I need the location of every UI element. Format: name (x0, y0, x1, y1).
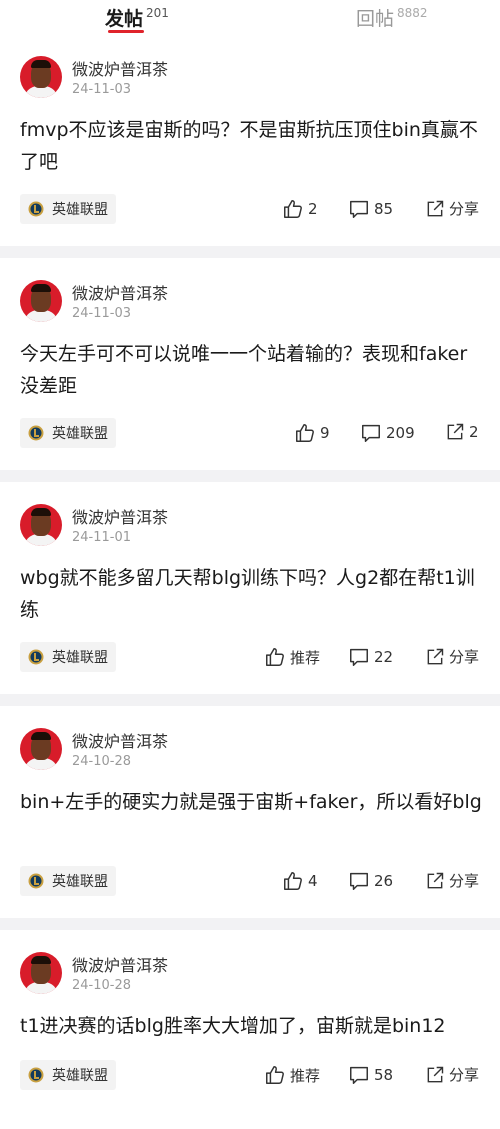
post-card[interactable]: 微波炉普洱茶 24-10-28 t1进决赛的话blg胜率大大增加了，宙斯就是bi… (0, 930, 500, 1129)
thumbs-up-icon (266, 648, 284, 666)
share-label: 分享 (449, 872, 480, 890)
share-button[interactable]: 分享 (425, 1064, 479, 1085)
like-count: 2 (308, 200, 318, 218)
avatar[interactable] (20, 952, 62, 994)
share-button[interactable]: 分享 (425, 870, 479, 891)
tab-replies-label: 回帖 (356, 8, 395, 30)
recommend-label: 推荐 (290, 1066, 321, 1085)
post-text[interactable]: fmvp不应该是宙斯的吗？不是宙斯抗压顶住bin真赢不了吧 (20, 114, 482, 178)
comment-button[interactable]: 22 (348, 646, 393, 668)
topic-tag-label: 英雄联盟 (52, 202, 108, 218)
post-card[interactable]: 微波炉普洱茶 24-10-28 bin+左手的硬实力就是强于宙斯+faker，所… (0, 706, 500, 918)
post-card[interactable]: 微波炉普洱茶 24-11-03 今天左手可不可以说唯一一个站着输的？表现和fak… (0, 258, 500, 470)
like-button[interactable]: 2 (282, 198, 318, 220)
comment-bubble-icon (350, 872, 368, 890)
thumbs-up-icon (266, 1066, 284, 1084)
like-button[interactable]: 9 (294, 422, 330, 444)
author-name[interactable]: 微波炉普洱茶 (72, 56, 168, 80)
thumbs-up-icon (284, 200, 302, 218)
topic-tag[interactable]: 英雄联盟 (20, 642, 116, 672)
active-tab-indicator (108, 30, 144, 33)
comment-count: 209 (386, 424, 415, 442)
topic-tag-label: 英雄联盟 (52, 874, 108, 890)
like-count: 4 (308, 872, 318, 890)
share-arrow-icon (447, 423, 464, 440)
like-button[interactable]: 4 (282, 870, 318, 892)
comment-button[interactable]: 209 (360, 422, 415, 444)
recommend-label: 推荐 (290, 648, 321, 667)
comment-count: 26 (374, 872, 394, 890)
comment-count: 85 (374, 200, 394, 218)
topic-tag-label: 英雄联盟 (52, 1068, 108, 1084)
profile-tabs: 发帖 201 回帖 8882 (0, 0, 500, 34)
share-label: 分享 (449, 1066, 480, 1084)
share-button[interactable]: 2 (445, 422, 479, 442)
avatar[interactable] (20, 280, 62, 322)
avatar[interactable] (20, 56, 62, 98)
like-button[interactable]: 推荐 (264, 1064, 320, 1086)
post-card[interactable]: 微波炉普洱茶 24-11-03 fmvp不应该是宙斯的吗？不是宙斯抗压顶住bin… (0, 34, 500, 246)
comment-count: 22 (374, 648, 394, 666)
tab-posts-label: 发帖 (105, 8, 144, 30)
share-arrow-icon (427, 872, 444, 888)
topic-tag[interactable]: 英雄联盟 (20, 866, 116, 896)
comment-button[interactable]: 85 (348, 198, 393, 220)
comment-bubble-icon (350, 1066, 368, 1084)
comment-bubble-icon (350, 648, 368, 666)
post-text[interactable]: 今天左手可不可以说唯一一个站着输的？表现和faker没差距 (20, 338, 482, 402)
thumbs-up-icon (284, 872, 302, 890)
league-of-legends-icon (28, 425, 44, 441)
author-name[interactable]: 微波炉普洱茶 (72, 504, 168, 528)
topic-tag[interactable]: 英雄联盟 (20, 1060, 116, 1090)
tab-replies[interactable]: 回帖 8882 (356, 4, 428, 31)
post-date: 24-11-03 (72, 82, 132, 97)
league-of-legends-icon (28, 649, 44, 665)
post-text[interactable]: t1进决赛的话blg胜率大大增加了，宙斯就是bin12 (20, 1010, 482, 1042)
comment-bubble-icon (350, 200, 368, 218)
league-of-legends-icon (28, 1067, 44, 1083)
tab-replies-count: 8882 (397, 6, 428, 20)
share-count: 2 (469, 423, 479, 441)
share-button[interactable]: 分享 (425, 198, 479, 219)
topic-tag[interactable]: 英雄联盟 (20, 194, 116, 224)
post-date: 24-11-03 (72, 306, 132, 321)
league-of-legends-icon (28, 873, 44, 889)
author-name[interactable]: 微波炉普洱茶 (72, 952, 168, 976)
topic-tag-label: 英雄联盟 (52, 426, 108, 442)
share-arrow-icon (427, 648, 444, 664)
topic-tag-label: 英雄联盟 (52, 650, 108, 666)
author-name[interactable]: 微波炉普洱茶 (72, 728, 168, 752)
tab-posts-count: 201 (146, 6, 169, 20)
comment-count: 58 (374, 1066, 394, 1084)
share-arrow-icon (427, 1066, 444, 1082)
share-label: 分享 (449, 200, 480, 218)
post-date: 24-10-28 (72, 978, 132, 993)
share-button[interactable]: 分享 (425, 646, 479, 667)
thumbs-up-icon (296, 424, 314, 442)
like-count: 9 (320, 424, 330, 442)
tab-posts[interactable]: 发帖 201 (105, 4, 169, 31)
avatar[interactable] (20, 504, 62, 546)
comment-button[interactable]: 58 (348, 1064, 393, 1086)
like-button[interactable]: 推荐 (264, 646, 320, 668)
league-of-legends-icon (28, 201, 44, 217)
topic-tag[interactable]: 英雄联盟 (20, 418, 116, 448)
author-name[interactable]: 微波炉普洱茶 (72, 280, 168, 304)
share-label: 分享 (449, 648, 480, 666)
post-card[interactable]: 微波炉普洱茶 24-11-01 wbg就不能多留几天帮blg训练下吗？人g2都在… (0, 482, 500, 694)
post-text[interactable]: bin+左手的硬实力就是强于宙斯+faker，所以看好blg (20, 786, 482, 818)
comment-bubble-icon (362, 424, 380, 442)
post-date: 24-10-28 (72, 754, 132, 769)
comment-button[interactable]: 26 (348, 870, 393, 892)
post-text[interactable]: wbg就不能多留几天帮blg训练下吗？人g2都在帮t1训练 (20, 562, 482, 626)
post-date: 24-11-01 (72, 530, 132, 545)
share-arrow-icon (427, 200, 444, 216)
avatar[interactable] (20, 728, 62, 770)
